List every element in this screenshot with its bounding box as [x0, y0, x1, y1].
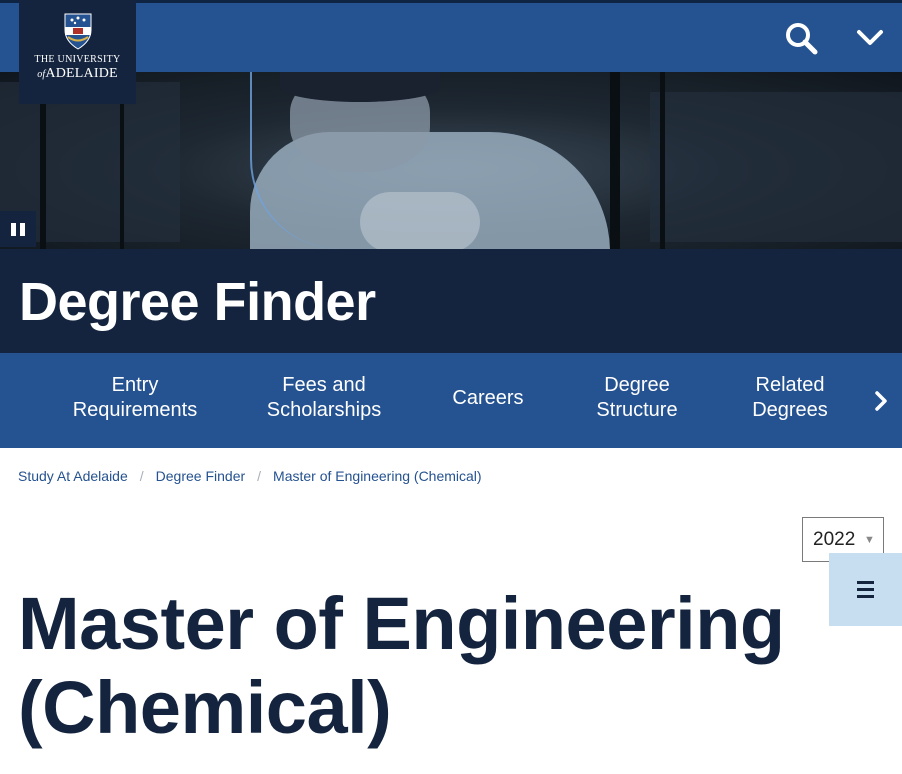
chevron-right-icon[interactable] — [866, 386, 896, 416]
crest-icon — [64, 13, 92, 50]
logo-text-line1: THE UNIVERSITY — [34, 54, 121, 65]
chevron-down-icon[interactable] — [850, 21, 890, 55]
breadcrumb-current-degree[interactable]: Master of Engineering (Chemical) — [273, 468, 482, 484]
nav-entry-requirements[interactable]: Entry Requirements — [70, 373, 200, 423]
logo-text-line2: ofADELAIDE — [19, 66, 136, 82]
hamburger-icon[interactable] — [829, 553, 902, 626]
section-nav: Entry Requirements Fees and Scholarships… — [0, 353, 902, 448]
breadcrumb-separator: / — [257, 468, 262, 484]
nav-degree-structure[interactable]: Degree Structure — [585, 373, 689, 423]
breadcrumb: Study At Adelaide / Degree Finder / Master o… — [18, 468, 482, 484]
breadcrumb-separator: / — [139, 468, 144, 484]
nav-related-degrees[interactable]: Related Degrees — [740, 373, 840, 423]
pause-icon[interactable] — [0, 211, 36, 247]
degree-title: Master of Engineering (Chemical) — [18, 582, 785, 749]
banner-title: Degree Finder — [19, 272, 376, 332]
year-value: 2022 — [813, 529, 856, 550]
search-icon[interactable] — [782, 19, 822, 57]
breadcrumb-degree-finder[interactable]: Degree Finder — [156, 468, 246, 484]
degree-finder-banner: Degree Finder — [0, 249, 902, 353]
caret-down-icon: ▼ — [864, 534, 875, 546]
nav-fees-scholarships[interactable]: Fees and Scholarships — [260, 373, 388, 423]
logo-name: ADELAIDE — [45, 66, 118, 81]
nav-careers[interactable]: Careers — [440, 386, 536, 411]
university-logo[interactable]: THE UNIVERSITY ofADELAIDE — [19, 0, 136, 104]
breadcrumb-study-at-adelaide[interactable]: Study At Adelaide — [18, 468, 128, 484]
